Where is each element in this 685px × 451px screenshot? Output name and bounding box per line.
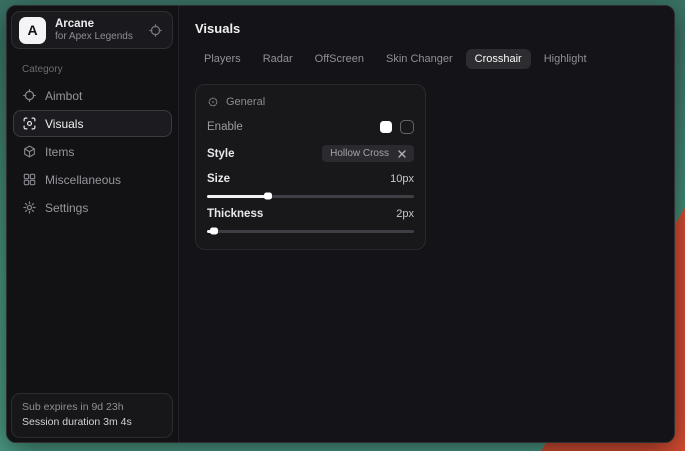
app-name: Arcane <box>55 17 140 31</box>
thickness-label: Thickness <box>207 208 263 220</box>
session-duration-text: Session duration 3m 4s <box>22 415 162 430</box>
slider-thumb[interactable] <box>264 193 272 200</box>
gear-icon <box>23 201 36 214</box>
enable-checkbox[interactable] <box>400 120 414 134</box>
size-slider[interactable] <box>207 191 414 201</box>
size-row: Size 10px <box>207 173 414 185</box>
style-row: Style Hollow Cross <box>207 145 414 162</box>
cube-icon <box>23 145 36 158</box>
thickness-value: 2px <box>396 208 414 220</box>
sidebar-item-label: Items <box>45 145 74 159</box>
thickness-slider[interactable] <box>207 226 414 236</box>
menu-window: A Arcane for Apex Legends Category <box>6 5 675 443</box>
sidebar-item-items[interactable]: Items <box>13 138 172 165</box>
sidebar-nav: Aimbot Visuals <box>7 82 178 221</box>
sidebar-item-label: Miscellaneous <box>45 173 121 187</box>
tab-highlight[interactable]: Highlight <box>535 49 596 69</box>
tab-offscreen[interactable]: OffScreen <box>306 49 373 69</box>
avatar: A <box>19 17 46 44</box>
target-icon[interactable] <box>149 24 162 37</box>
tab-skin-changer[interactable]: Skin Changer <box>377 49 462 69</box>
style-label: Style <box>207 148 235 160</box>
general-panel: General Enable Style Hollow Cross <box>195 84 426 250</box>
enable-controls <box>380 120 414 134</box>
main-content: Visuals Players Radar OffScreen Skin Cha… <box>179 6 674 442</box>
page-title: Visuals <box>195 21 658 36</box>
subscription-card: Sub expires in 9d 23h Session duration 3… <box>11 393 173 438</box>
category-label: Category <box>22 64 178 75</box>
crosshair-icon <box>207 96 219 108</box>
app-subtitle: for Apex Legends <box>55 31 140 44</box>
grid-icon <box>23 173 36 186</box>
sidebar-item-visuals[interactable]: Visuals <box>13 110 172 137</box>
size-value: 10px <box>390 173 414 185</box>
slider-fill <box>207 195 269 198</box>
brand-text: Arcane for Apex Legends <box>55 17 140 44</box>
tab-players[interactable]: Players <box>195 49 250 69</box>
style-value: Hollow Cross <box>330 148 389 159</box>
sidebar-item-label: Visuals <box>45 117 83 131</box>
slider-thumb[interactable] <box>210 228 218 235</box>
size-label: Size <box>207 173 230 185</box>
sidebar-item-aimbot[interactable]: Aimbot <box>13 82 172 109</box>
close-icon[interactable] <box>398 150 406 158</box>
sidebar: A Arcane for Apex Legends Category <box>7 6 179 442</box>
tab-bar: Players Radar OffScreen Skin Changer Cro… <box>195 49 658 69</box>
slider-fill <box>207 230 215 233</box>
crosshair-icon <box>23 89 36 102</box>
enable-label: Enable <box>207 121 243 133</box>
sidebar-item-miscellaneous[interactable]: Miscellaneous <box>13 166 172 193</box>
panel-header: General <box>207 96 414 108</box>
tab-radar[interactable]: Radar <box>254 49 302 69</box>
thickness-row: Thickness 2px <box>207 208 414 220</box>
sidebar-item-settings[interactable]: Settings <box>13 194 172 221</box>
style-select-chip[interactable]: Hollow Cross <box>322 145 414 162</box>
slider-track <box>207 230 414 233</box>
sidebar-item-label: Aimbot <box>45 89 82 103</box>
sidebar-item-label: Settings <box>45 201 88 215</box>
enable-row: Enable <box>207 120 414 134</box>
color-swatch[interactable] <box>380 121 392 133</box>
brand-card: A Arcane for Apex Legends <box>11 11 173 49</box>
tab-crosshair[interactable]: Crosshair <box>466 49 531 69</box>
panel-title: General <box>226 96 265 108</box>
sub-expires-text: Sub expires in 9d 23h <box>22 400 162 415</box>
scan-eye-icon <box>23 117 36 130</box>
